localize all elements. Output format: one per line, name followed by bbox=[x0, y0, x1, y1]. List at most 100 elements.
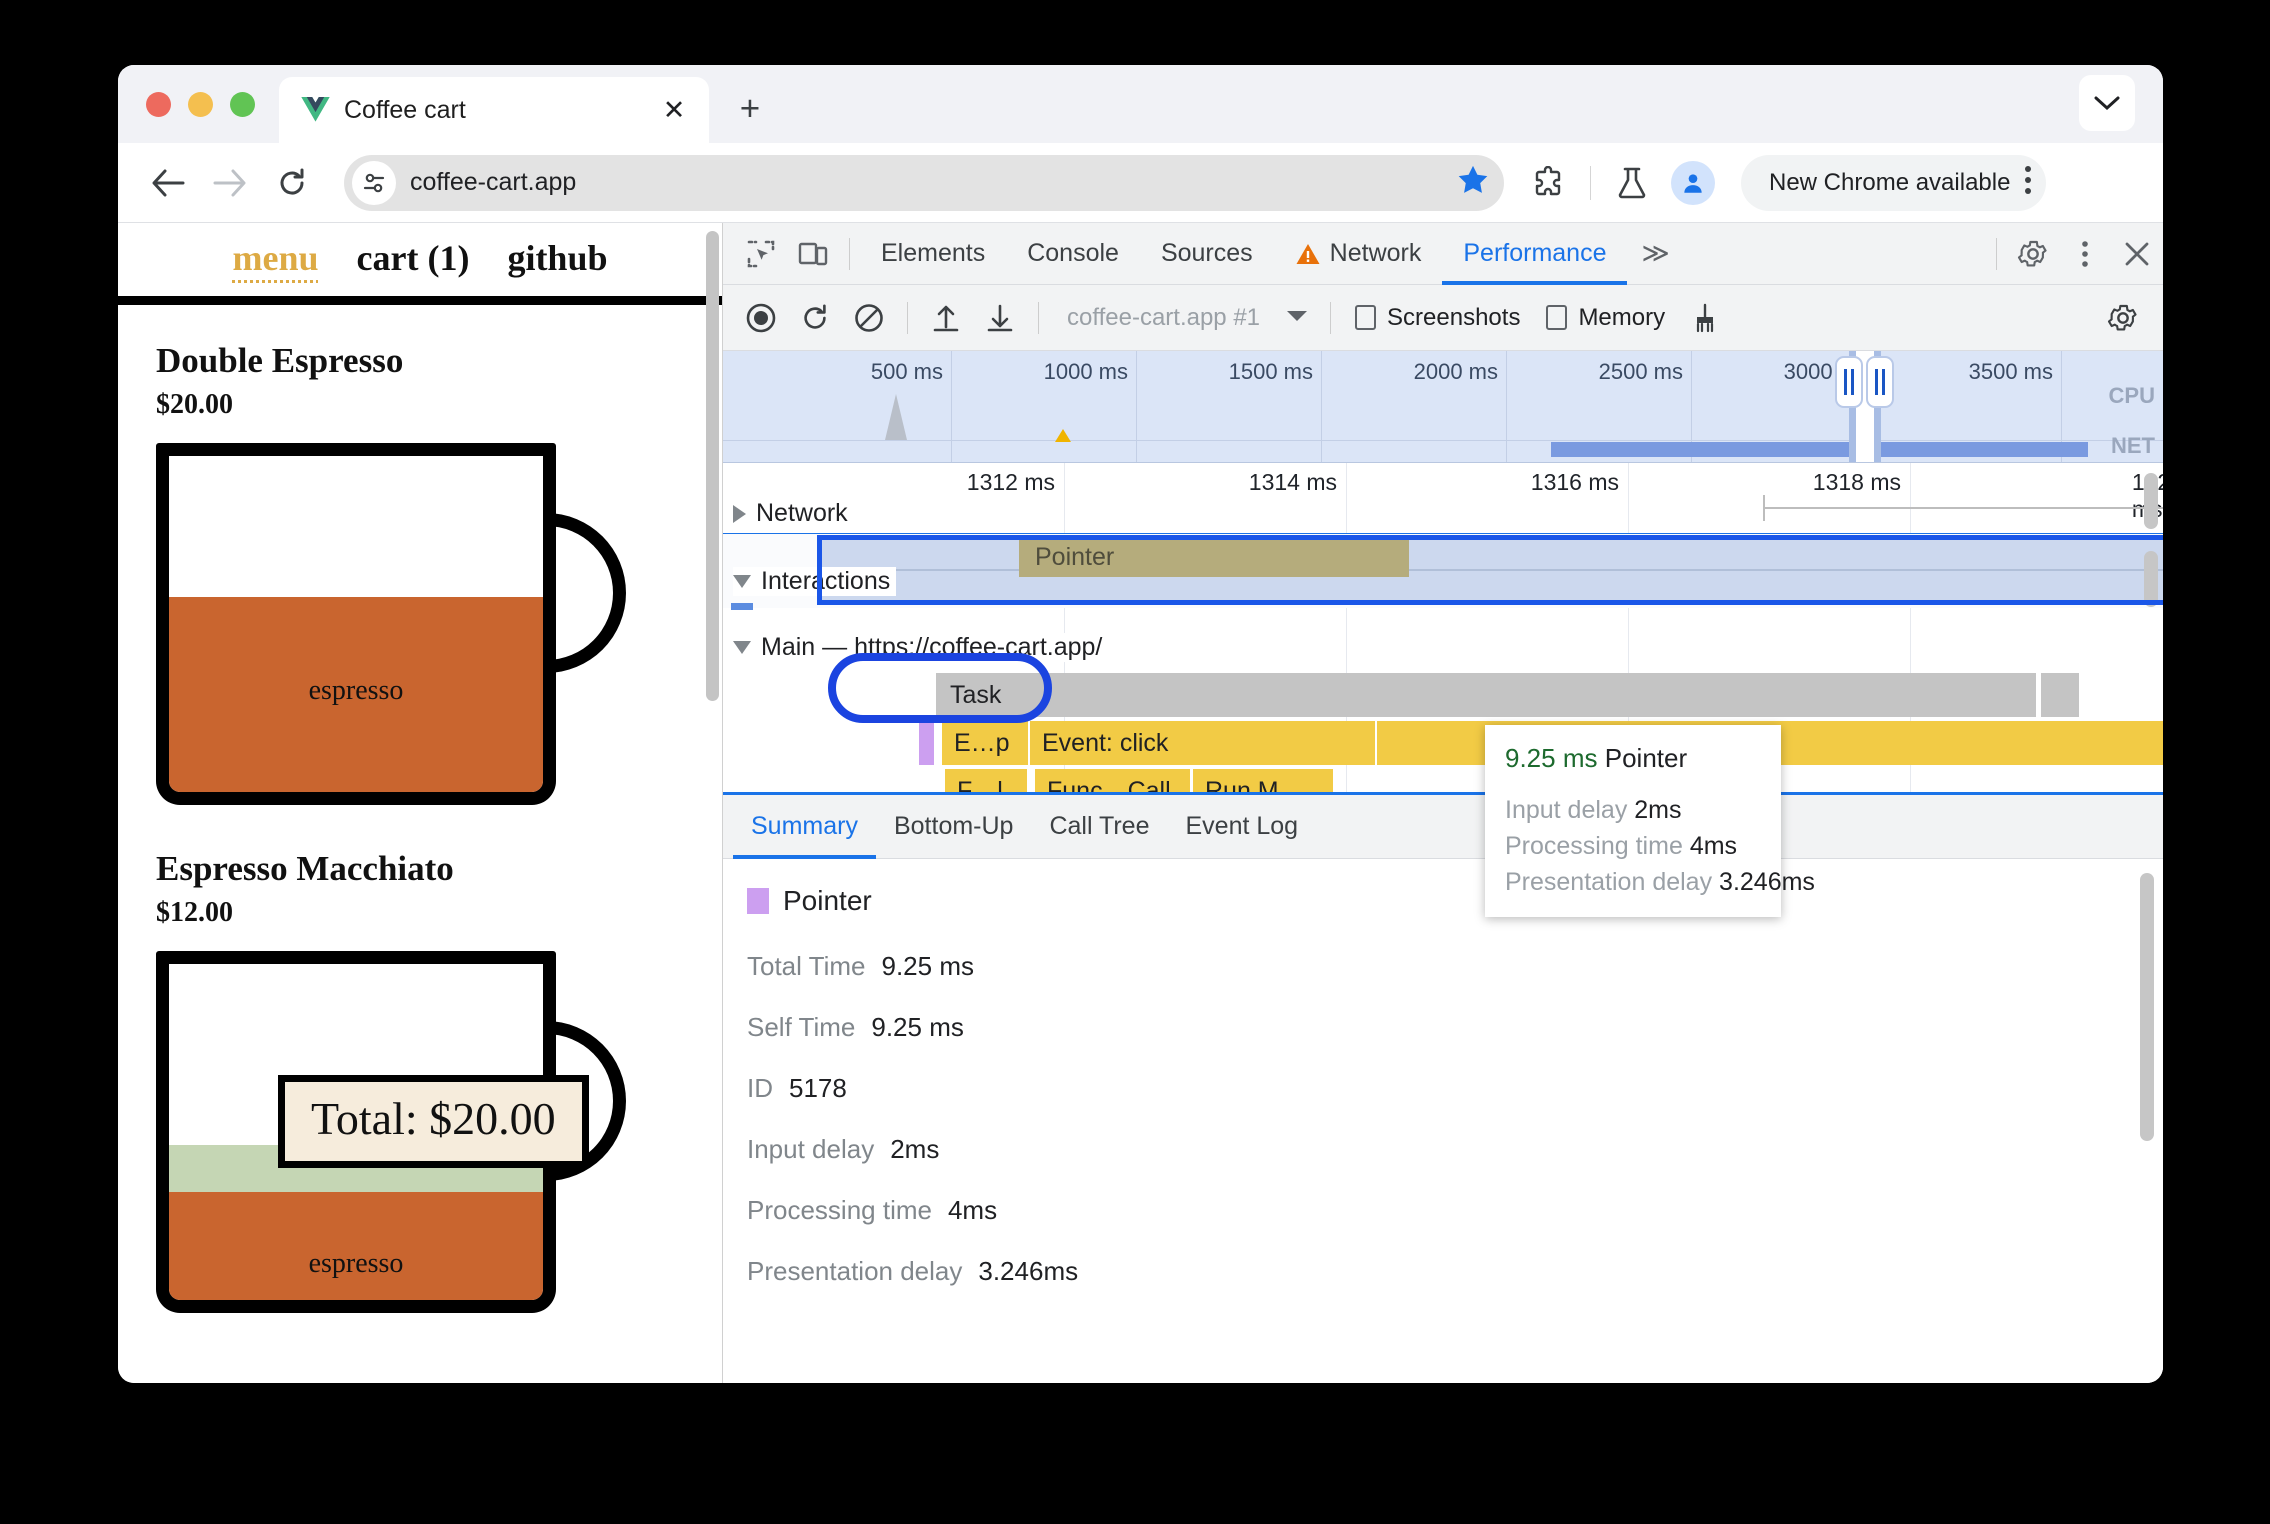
forward-arrow-icon[interactable] bbox=[202, 155, 258, 211]
controlbar-divider bbox=[1330, 301, 1332, 334]
flame-scrollbar-thumb[interactable] bbox=[2144, 473, 2158, 529]
more-tabs-icon[interactable]: ≫ bbox=[1627, 238, 1683, 269]
chevron-down-icon[interactable] bbox=[1276, 309, 1318, 327]
tooltip-key: Input delay bbox=[1505, 796, 1628, 824]
nav-link-menu[interactable]: menu bbox=[233, 237, 319, 279]
inspect-element-icon[interactable] bbox=[735, 228, 787, 280]
timeline-overview[interactable]: 500 ms 1000 ms 1500 ms 2000 ms 2500 ms 3… bbox=[723, 351, 2163, 463]
flame-event-run-microtasks[interactable]: Run M bbox=[1193, 769, 1333, 792]
summary-scrollbar[interactable] bbox=[2140, 873, 2154, 1141]
clear-icon[interactable] bbox=[843, 292, 895, 344]
close-icon[interactable] bbox=[2111, 228, 2163, 280]
flame-event-task-small[interactable] bbox=[2041, 673, 2079, 717]
kebab-menu-icon[interactable] bbox=[2059, 228, 2111, 280]
flame-event-interaction-marker[interactable] bbox=[919, 721, 934, 765]
tooltip-title: 9.25 ms Pointer bbox=[1505, 743, 1761, 774]
tab-elements[interactable]: Elements bbox=[860, 223, 1006, 285]
capture-settings-gear-icon[interactable] bbox=[2097, 292, 2149, 344]
tab-label: Elements bbox=[881, 239, 986, 267]
checkbox-box[interactable] bbox=[1546, 305, 1568, 330]
flame-event-click[interactable]: Event: click bbox=[1030, 721, 1375, 765]
tab-sources[interactable]: Sources bbox=[1140, 223, 1274, 285]
overview-left-grip[interactable] bbox=[1835, 356, 1863, 408]
page-scrollbar[interactable] bbox=[706, 231, 719, 701]
flame-group-interactions[interactable]: Interactions bbox=[733, 567, 897, 596]
summary-value: 4ms bbox=[947, 1195, 998, 1225]
overview-tick: 2000 ms bbox=[1413, 359, 1498, 384]
detail-tab-summary[interactable]: Summary bbox=[733, 795, 876, 859]
flame-group-network[interactable]: Network bbox=[733, 499, 854, 528]
summary-value: 9.25 ms bbox=[881, 951, 975, 981]
back-arrow-icon[interactable] bbox=[140, 155, 196, 211]
tooltip-value: 3.246ms bbox=[1719, 868, 1815, 896]
tooltip-key: Processing time bbox=[1505, 832, 1683, 860]
tooltip-key: Presentation delay bbox=[1505, 868, 1713, 896]
tab-performance[interactable]: Performance bbox=[1442, 223, 1627, 285]
coffee-cup-graphic[interactable]: espresso bbox=[156, 443, 626, 805]
reload-icon[interactable] bbox=[264, 155, 320, 211]
minimize-window-button[interactable] bbox=[188, 92, 213, 117]
tabbar-divider bbox=[1996, 237, 1997, 270]
detail-tabbar: Summary Bottom-Up Call Tree Event Log bbox=[723, 795, 2163, 859]
record-icon[interactable] bbox=[735, 292, 787, 344]
collect-garbage-icon[interactable] bbox=[1679, 292, 1731, 344]
cpu-activity-spike bbox=[885, 394, 907, 440]
tab-search-chevron-icon[interactable] bbox=[2079, 75, 2135, 131]
overview-baseline bbox=[723, 440, 2163, 441]
labs-flask-icon[interactable] bbox=[1605, 156, 1659, 210]
summary-pane: Pointer Total Time 9.25 ms Self Time 9.2… bbox=[723, 859, 2163, 1383]
close-tab-icon[interactable]: ✕ bbox=[657, 93, 691, 127]
extensions-icon[interactable] bbox=[1522, 156, 1576, 210]
detail-tab-bottom-up[interactable]: Bottom-Up bbox=[876, 795, 1031, 859]
interaction-event-pointer[interactable]: Pointer bbox=[1019, 537, 1409, 577]
interaction-mini-marker bbox=[731, 603, 753, 610]
upload-profile-icon[interactable] bbox=[920, 292, 972, 344]
flame-group-main[interactable]: Main — https://coffee-cart.app/ bbox=[733, 633, 1109, 662]
tooltip-value: 2ms bbox=[1634, 796, 1682, 824]
product-name: Espresso Macchiato bbox=[156, 849, 454, 888]
browser-tab-coffee-cart[interactable]: Coffee cart ✕ bbox=[279, 77, 709, 143]
summary-key: Presentation delay bbox=[747, 1256, 963, 1286]
settings-gear-icon[interactable] bbox=[2007, 228, 2059, 280]
product-card-espresso-macchiato[interactable]: Espresso Macchiato $12.00 espresso bbox=[118, 805, 722, 1313]
address-bar[interactable]: coffee-cart.app bbox=[344, 154, 1504, 211]
star-icon[interactable] bbox=[1456, 163, 1504, 202]
nav-link-github[interactable]: github bbox=[507, 237, 607, 279]
flame-scrollbar-thumb-2[interactable] bbox=[2144, 551, 2158, 607]
checkbox-box[interactable] bbox=[1355, 305, 1377, 330]
flame-chart[interactable]: 1312 ms 1314 ms 1316 ms 1318 ms 1320 ms … bbox=[723, 463, 2163, 795]
reload-record-icon[interactable] bbox=[789, 292, 841, 344]
overview-right-grip[interactable] bbox=[1866, 356, 1894, 408]
device-toolbar-icon[interactable] bbox=[787, 228, 839, 280]
site-info-icon[interactable] bbox=[352, 160, 396, 205]
nav-link-cart[interactable]: cart (1) bbox=[357, 237, 470, 279]
flame-event-task[interactable]: Task bbox=[936, 673, 2036, 717]
close-window-button[interactable] bbox=[146, 92, 171, 117]
screenshots-checkbox[interactable]: Screenshots bbox=[1343, 304, 1532, 332]
flame-event-function-call[interactable]: Func…Call bbox=[1035, 769, 1190, 792]
recording-selector-label[interactable]: coffee-cart.app #1 bbox=[1051, 304, 1274, 332]
flame-tick: 1314 ms bbox=[1248, 469, 1337, 495]
window-traffic-lights bbox=[118, 92, 279, 143]
memory-checkbox[interactable]: Memory bbox=[1534, 304, 1677, 332]
liquid-label: espresso bbox=[308, 1248, 404, 1280]
kebab-menu-icon[interactable] bbox=[2024, 164, 2032, 201]
flame-event-ep[interactable]: E…p bbox=[942, 721, 1028, 765]
detail-tab-event-log[interactable]: Event Log bbox=[1168, 795, 1317, 859]
detail-tab-call-tree[interactable]: Call Tree bbox=[1031, 795, 1167, 859]
download-profile-icon[interactable] bbox=[974, 292, 1026, 344]
flame-event-fl[interactable]: F…l bbox=[945, 769, 1027, 792]
tab-network[interactable]: Network bbox=[1274, 223, 1443, 285]
new-tab-button[interactable]: + bbox=[727, 85, 773, 131]
tab-label: Performance bbox=[1463, 239, 1607, 267]
summary-row-processing-time: Processing time 4ms bbox=[747, 1195, 2163, 1226]
tab-console[interactable]: Console bbox=[1006, 223, 1140, 285]
chrome-update-pill[interactable]: New Chrome available bbox=[1741, 154, 2047, 211]
product-card-double-espresso[interactable]: Double Espresso $20.00 espresso bbox=[118, 305, 722, 805]
flame-tick: 1318 ms bbox=[1812, 469, 1901, 495]
profile-avatar[interactable] bbox=[1671, 160, 1715, 205]
network-request-bar bbox=[1763, 507, 2163, 509]
devtools-panel: Elements Console Sources Network Perform… bbox=[723, 223, 2163, 1383]
maximize-window-button[interactable] bbox=[230, 92, 255, 117]
chevron-right-icon bbox=[733, 504, 746, 523]
